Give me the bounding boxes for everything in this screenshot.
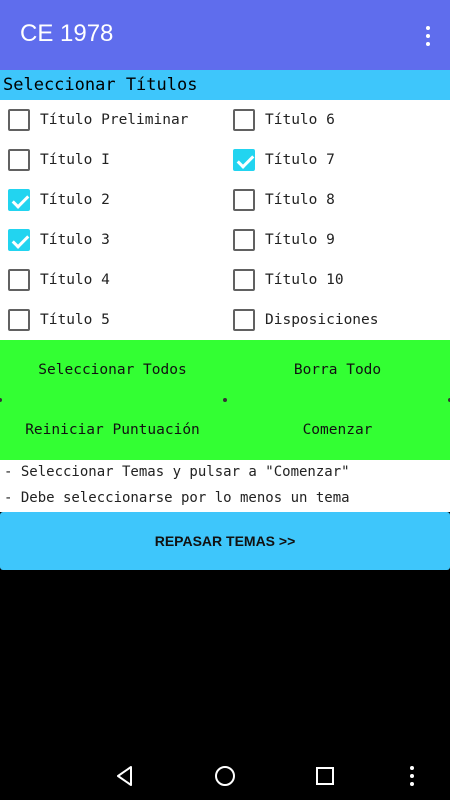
checkbox-titulo-preliminar[interactable]: Título Preliminar xyxy=(8,100,188,140)
instruction-line-1: - Seleccionar Temas y pulsar a "Comenzar… xyxy=(4,464,350,480)
checkbox-titulo-i[interactable]: Título I xyxy=(8,140,110,180)
checkbox-titulo-8[interactable]: Título 8 xyxy=(233,180,335,220)
checkbox-label: Título Preliminar xyxy=(40,112,189,128)
checkbox-box[interactable] xyxy=(233,149,255,171)
checkbox-titulo-5[interactable]: Título 5 xyxy=(8,300,110,340)
checkbox-disposiciones[interactable]: Disposiciones xyxy=(233,300,379,340)
checkbox-box[interactable] xyxy=(8,109,30,131)
home-icon[interactable] xyxy=(213,764,237,788)
checkbox-box[interactable] xyxy=(233,189,255,211)
back-icon[interactable] xyxy=(113,764,137,788)
checkbox-titulo-10[interactable]: Título 10 xyxy=(233,260,344,300)
checkbox-box[interactable] xyxy=(8,149,30,171)
checkbox-label: Título 7 xyxy=(265,152,335,168)
app-bar: CE 1978 xyxy=(0,0,450,70)
section-header: Seleccionar Títulos xyxy=(0,70,450,100)
recents-icon[interactable] xyxy=(313,764,337,788)
checkbox-label: Título 4 xyxy=(40,272,110,288)
checkbox-label: Título 8 xyxy=(265,192,335,208)
more-vert-icon[interactable] xyxy=(422,24,434,48)
checkbox-box[interactable] xyxy=(233,229,255,251)
title-checklist: Título Preliminar Título I Título 2 Títu… xyxy=(0,100,450,340)
more-vert-icon[interactable] xyxy=(400,764,424,788)
checkbox-titulo-9[interactable]: Título 9 xyxy=(233,220,335,260)
checkbox-label: Título 9 xyxy=(265,232,335,248)
checkbox-label: Título 2 xyxy=(40,192,110,208)
divider-dot xyxy=(223,398,227,402)
checkbox-titulo-3[interactable]: Título 3 xyxy=(8,220,110,260)
app-title: CE 1978 xyxy=(20,20,114,47)
reset-score-button[interactable]: Reiniciar Puntuación xyxy=(0,400,225,460)
start-button[interactable]: Comenzar xyxy=(225,400,450,460)
checkbox-box[interactable] xyxy=(8,229,30,251)
checkbox-titulo-6[interactable]: Título 6 xyxy=(233,100,335,140)
action-button-grid: Seleccionar Todos Borra Todo Reiniciar P… xyxy=(0,340,450,460)
instruction-line-2: - Debe seleccionarse por lo menos un tem… xyxy=(4,490,350,506)
checkbox-titulo-2[interactable]: Título 2 xyxy=(8,180,110,220)
instructions: - Seleccionar Temas y pulsar a "Comenzar… xyxy=(0,460,450,512)
clear-all-button[interactable]: Borra Todo xyxy=(225,340,450,400)
checkbox-titulo-7[interactable]: Título 7 xyxy=(233,140,335,180)
checkbox-box[interactable] xyxy=(233,309,255,331)
checkbox-label: Título 3 xyxy=(40,232,110,248)
checkbox-box[interactable] xyxy=(8,269,30,291)
checkbox-titulo-4[interactable]: Título 4 xyxy=(8,260,110,300)
checkbox-label: Título 5 xyxy=(40,312,110,328)
checkbox-label: Disposiciones xyxy=(265,312,379,328)
review-topics-button[interactable]: REPASAR TEMAS >> xyxy=(0,512,450,570)
checkbox-label: Título 10 xyxy=(265,272,344,288)
checkbox-label: Título 6 xyxy=(265,112,335,128)
system-nav-bar xyxy=(0,752,450,800)
checkbox-label: Título I xyxy=(40,152,110,168)
checkbox-box[interactable] xyxy=(233,269,255,291)
checkbox-box[interactable] xyxy=(8,189,30,211)
checkbox-box[interactable] xyxy=(233,109,255,131)
select-all-button[interactable]: Seleccionar Todos xyxy=(0,340,225,400)
checkbox-box[interactable] xyxy=(8,309,30,331)
